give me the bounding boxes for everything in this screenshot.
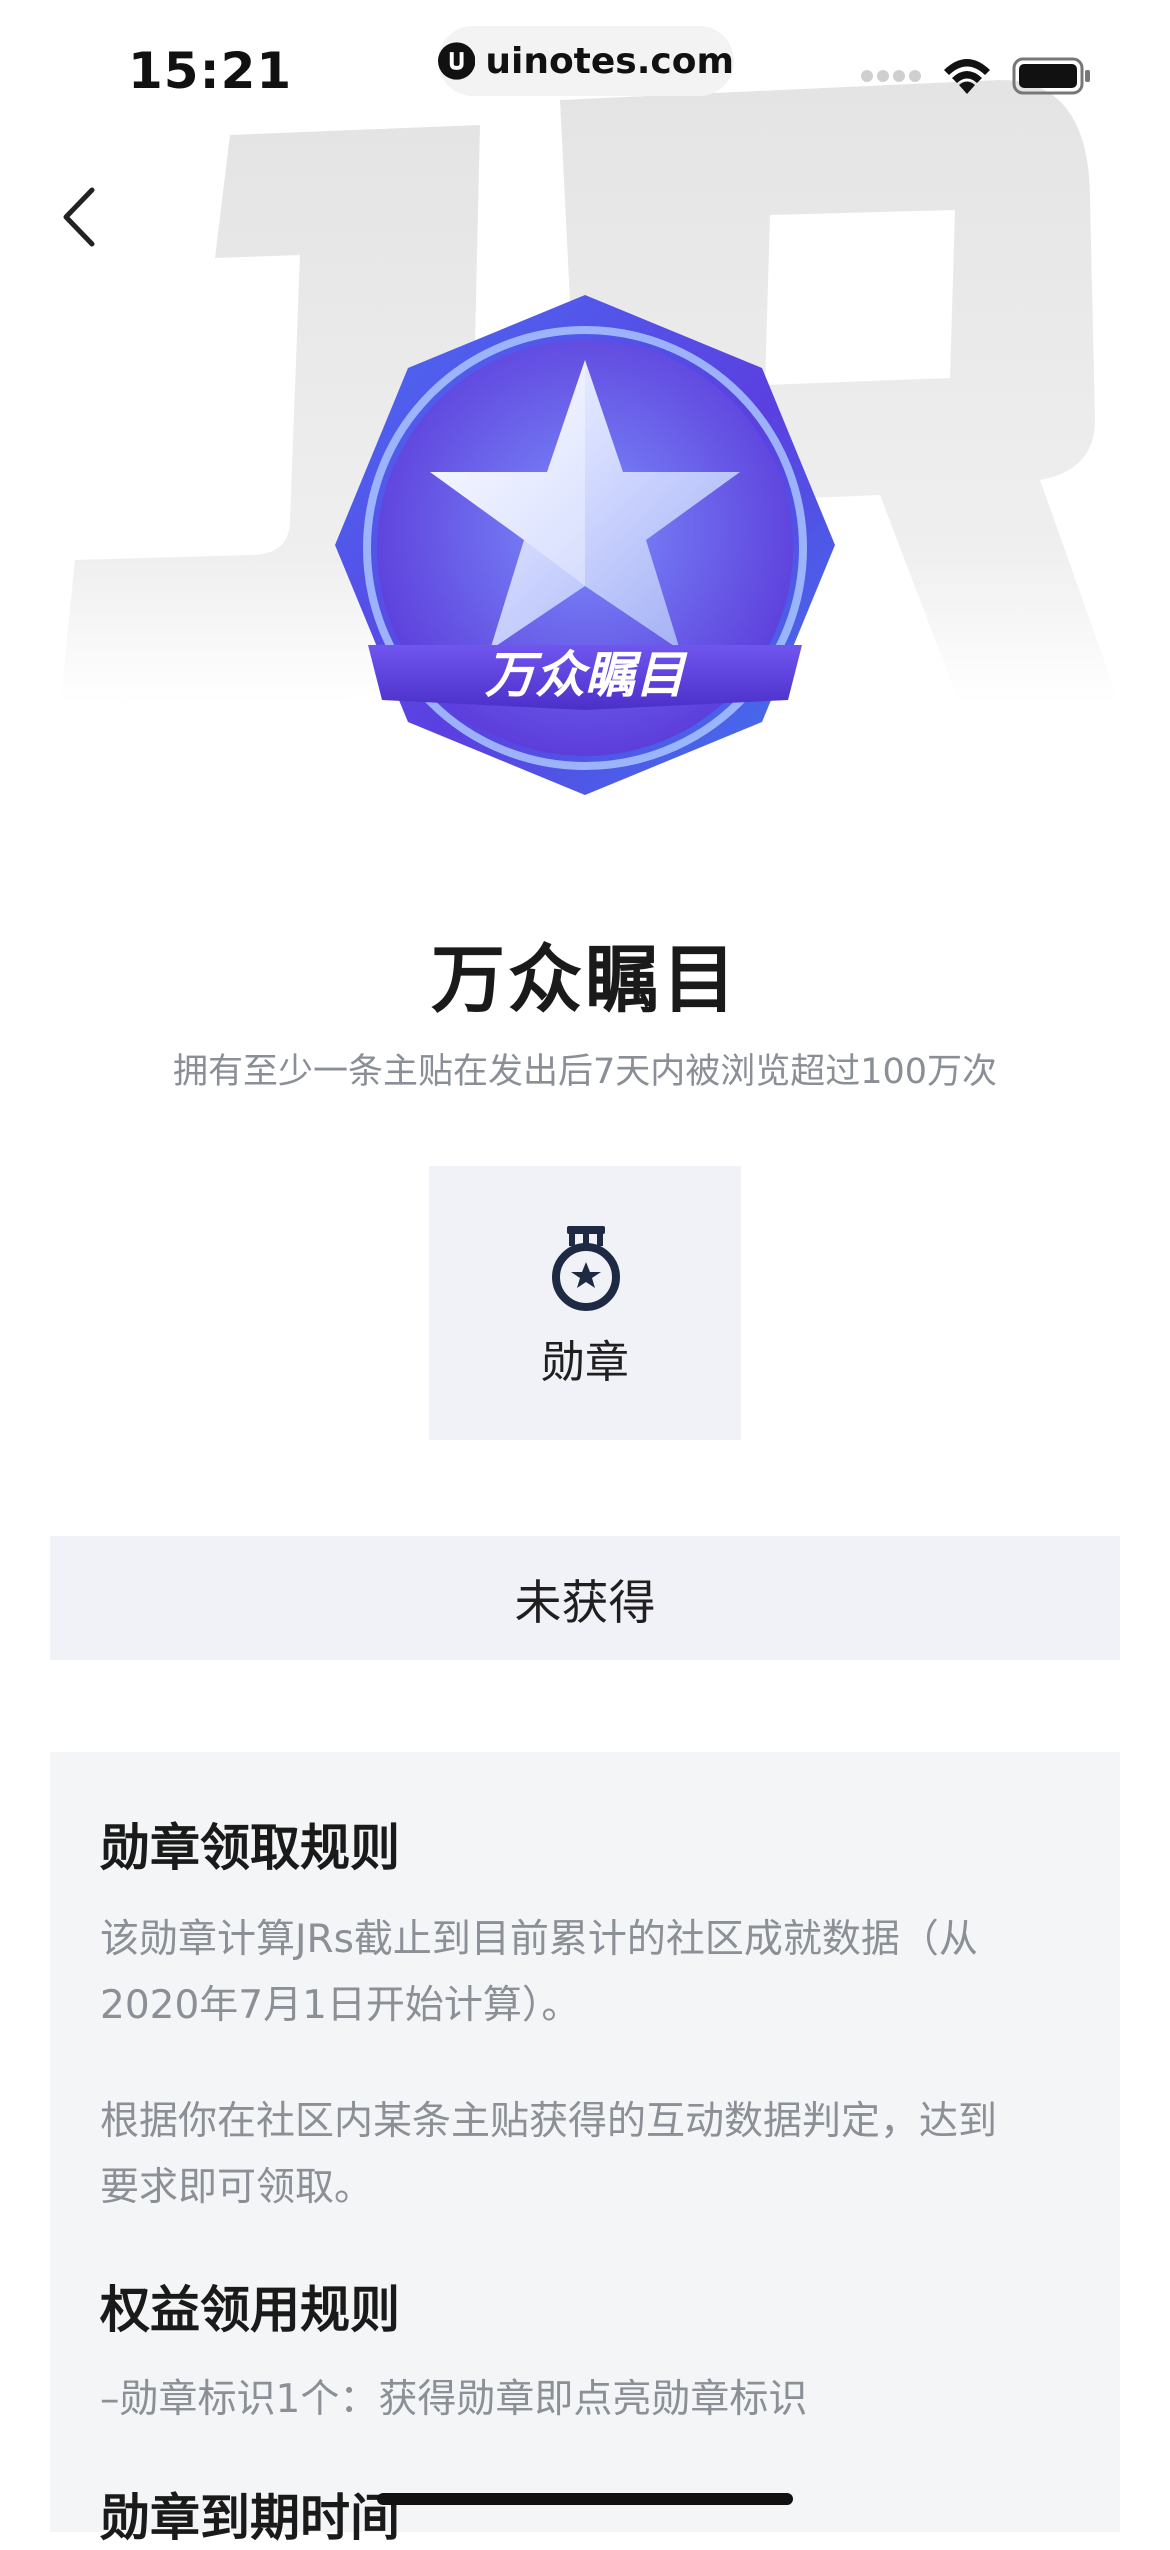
rules-paragraph-1-line-1: 该勋章计算JRs截止到目前累计的社区成就数据（从 xyxy=(100,1917,978,1962)
rules-paragraph-2-line-2: 要求即可领取。 xyxy=(100,2165,374,2210)
status-bar: 15:21 uinotes.com xyxy=(0,0,1170,150)
type-card: 勋章 xyxy=(429,1166,741,1440)
type-label: 勋章 xyxy=(541,1337,629,1388)
status-banner: 未获得 xyxy=(50,1536,1120,1660)
rules-heading-benefits: 权益领用规则 xyxy=(100,2281,400,2339)
status-label: 未获得 xyxy=(514,1575,656,1631)
status-icons xyxy=(860,56,1092,96)
rules-heading-claim: 勋章领取规则 xyxy=(100,1819,400,1877)
achievement-title: 万众瞩目 xyxy=(431,937,739,1023)
rules-paragraph-1-line-2: 2020年7月1日开始计算）。 xyxy=(100,1983,581,2028)
url-text: uinotes.com xyxy=(485,40,734,82)
achievement-badge: 万众瞩目 xyxy=(335,295,835,795)
medal-icon xyxy=(552,1226,620,1311)
rules-benefit-1: –勋章标识1个：获得勋章即点亮勋章标识 xyxy=(100,2377,808,2422)
uinotes-logo-icon xyxy=(438,42,476,80)
signal-dots-icon xyxy=(861,70,921,82)
home-indicator[interactable] xyxy=(377,2493,793,2505)
achievement-description: 拥有至少一条主贴在发出后7天内被浏览超过100万次 xyxy=(172,1052,998,1092)
status-time: 15:21 xyxy=(128,42,293,100)
back-chevron-icon[interactable] xyxy=(52,182,108,252)
rules-paragraph-2-line-1: 根据你在社区内某条主贴获得的互动数据判定，达到 xyxy=(100,2099,998,2144)
url-pill[interactable]: uinotes.com xyxy=(438,26,734,96)
rules-heading-expiry: 勋章到期时间 xyxy=(100,2489,400,2547)
rules-panel: 勋章领取规则 该勋章计算JRs截止到目前累计的社区成就数据（从 2020年7月1… xyxy=(50,1752,1120,2547)
badge-ribbon-text: 万众瞩目 xyxy=(485,646,688,704)
battery-icon xyxy=(1012,57,1090,95)
wifi-icon xyxy=(944,59,990,94)
